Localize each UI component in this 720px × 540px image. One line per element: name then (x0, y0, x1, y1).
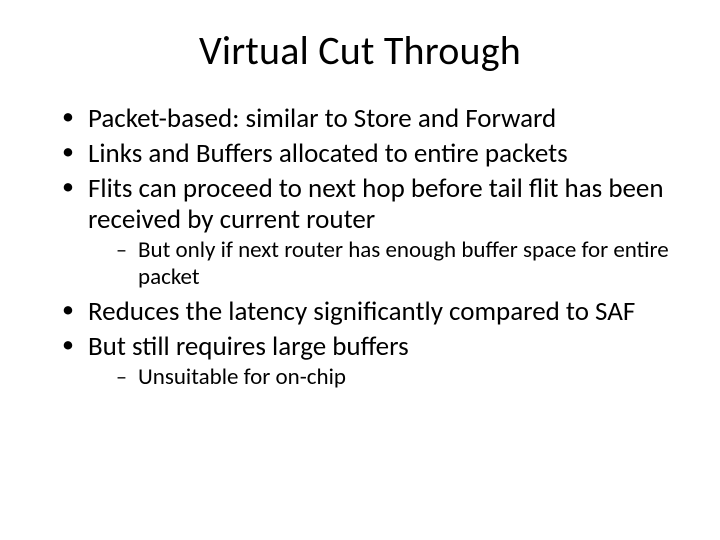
bullet-text: Flits can proceed to next hop before tai… (88, 172, 664, 236)
bullet-text: Links and Buffers allocated to entire pa… (88, 137, 568, 170)
list-item: Flits can proceed to next hop before tai… (62, 173, 672, 290)
sub-bullet-list: Unsuitable for on-chip (88, 364, 672, 390)
sub-bullet-text: Unsuitable for on-chip (138, 363, 346, 391)
bullet-text: Packet-based: similar to Store and Forwa… (88, 102, 556, 135)
slide-title: Virtual Cut Through (48, 26, 672, 75)
bullet-text: But still requires large buffers (88, 330, 409, 363)
list-item: Unsuitable for on-chip (116, 364, 672, 390)
list-item: Links and Buffers allocated to entire pa… (62, 138, 672, 169)
list-item: Reduces the latency significantly compar… (62, 296, 672, 327)
bullet-text: Reduces the latency significantly compar… (88, 295, 635, 328)
list-item: But still requires large buffers Unsuita… (62, 331, 672, 390)
sub-bullet-text: But only if next router has enough buffe… (138, 236, 669, 290)
slide: Virtual Cut Through Packet-based: simila… (0, 0, 720, 540)
bullet-list: Packet-based: similar to Store and Forwa… (48, 103, 672, 391)
list-item: Packet-based: similar to Store and Forwa… (62, 103, 672, 134)
list-item: But only if next router has enough buffe… (116, 237, 672, 290)
sub-bullet-list: But only if next router has enough buffe… (88, 237, 672, 290)
